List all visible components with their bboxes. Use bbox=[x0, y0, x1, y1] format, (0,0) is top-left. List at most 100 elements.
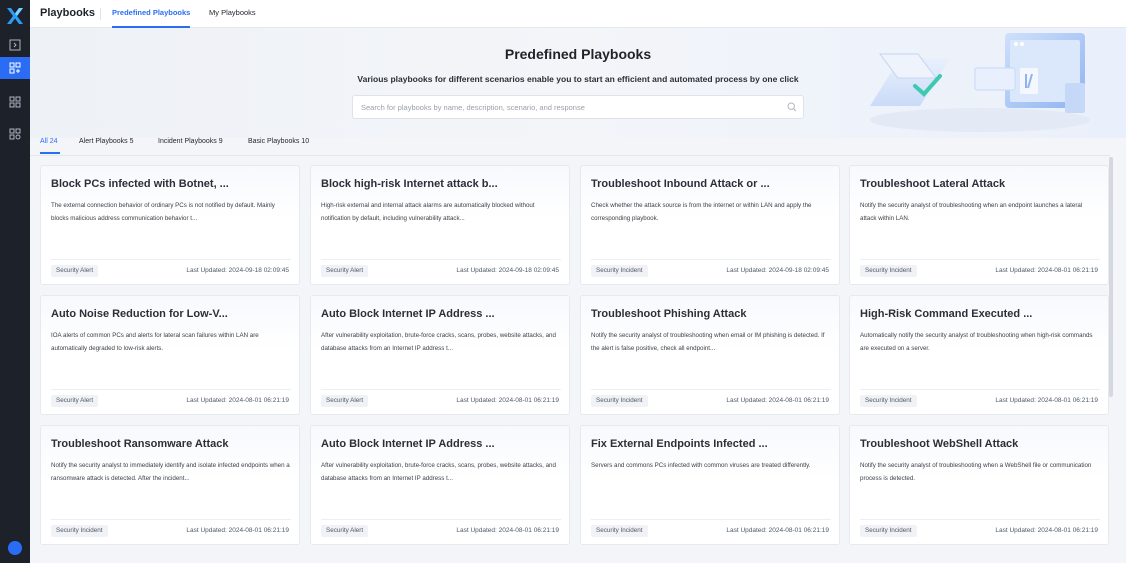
playbook-card[interactable]: Block high-risk Internet attack b... Hig… bbox=[310, 165, 570, 285]
playbook-card[interactable]: Auto Block Internet IP Address ... After… bbox=[310, 295, 570, 415]
playbook-card[interactable]: Troubleshoot WebShell Attack Notify the … bbox=[849, 425, 1109, 545]
scenario-tag: Security Incident bbox=[860, 525, 917, 537]
last-updated: Last Updated: 2024-08-01 06:21:19 bbox=[726, 397, 829, 404]
card-divider bbox=[51, 389, 291, 390]
playbook-card[interactable]: Troubleshoot Inbound Attack or ... Check… bbox=[580, 165, 840, 285]
scenario-tag: Security Alert bbox=[51, 265, 99, 277]
scenario-tag: Security Incident bbox=[591, 265, 648, 277]
last-updated: Last Updated: 2024-09-18 02:09:45 bbox=[186, 267, 289, 274]
card-divider bbox=[51, 519, 291, 520]
playbook-description: Automatically notify the security analys… bbox=[860, 332, 1093, 352]
card-divider bbox=[860, 389, 1100, 390]
last-updated: Last Updated: 2024-09-18 02:09:45 bbox=[726, 267, 829, 274]
rail-item-settings[interactable] bbox=[0, 123, 30, 145]
playbook-card[interactable]: Auto Block Internet IP Address ... After… bbox=[310, 425, 570, 545]
playbook-title: Fix External Endpoints Infected ... bbox=[591, 438, 768, 450]
playbook-card[interactable]: Troubleshoot Lateral Attack Notify the s… bbox=[849, 165, 1109, 285]
card-divider bbox=[321, 389, 561, 390]
apps-icon bbox=[9, 96, 21, 108]
playbook-title: Troubleshoot Lateral Attack bbox=[860, 178, 1006, 190]
playbook-description: Servers and commons PCs infected with co… bbox=[591, 462, 811, 469]
playbook-description: Check whether the attack source is from … bbox=[591, 202, 812, 222]
scenario-tag: Security Alert bbox=[321, 265, 369, 277]
last-updated: Last Updated: 2024-09-18 02:09:45 bbox=[456, 267, 559, 274]
playbook-description: Notify the security analyst of troublesh… bbox=[591, 332, 825, 352]
last-updated: Last Updated: 2024-08-01 06:21:19 bbox=[456, 397, 559, 404]
playbook-card[interactable]: Fix External Endpoints Infected ... Serv… bbox=[580, 425, 840, 545]
scenario-tag: Security Alert bbox=[321, 395, 369, 407]
playbook-card[interactable]: Troubleshoot Phishing Attack Notify the … bbox=[580, 295, 840, 415]
scenario-tag: Security Incident bbox=[591, 395, 648, 407]
playbook-title: Block PCs infected with Botnet, ... bbox=[51, 178, 229, 190]
expand-rail-button[interactable] bbox=[0, 34, 30, 56]
tab-predefined-playbooks[interactable]: Predefined Playbooks bbox=[112, 8, 190, 17]
last-updated: Last Updated: 2024-08-01 06:21:19 bbox=[995, 527, 1098, 534]
playbook-description: Notify the security analyst to immediate… bbox=[51, 462, 290, 482]
card-divider bbox=[321, 259, 561, 260]
playbook-card[interactable]: Block PCs infected with Botnet, ... The … bbox=[40, 165, 300, 285]
playbook-description: After vulnerability exploitation, brute-… bbox=[321, 332, 556, 352]
playbook-title: Troubleshoot Inbound Attack or ... bbox=[591, 178, 770, 190]
playbook-card[interactable]: High-Risk Command Executed ... Automatic… bbox=[849, 295, 1109, 415]
playbook-description: High-risk external and internal attack a… bbox=[321, 202, 535, 222]
playbook-title: Block high-risk Internet attack b... bbox=[321, 178, 498, 190]
settings-apps-icon bbox=[9, 128, 21, 140]
search-box bbox=[352, 95, 804, 119]
scenario-tag: Security Incident bbox=[51, 525, 108, 537]
playbook-title: Troubleshoot Ransomware Attack bbox=[51, 438, 229, 450]
playbook-title: Auto Block Internet IP Address ... bbox=[321, 438, 495, 450]
playbook-title: High-Risk Command Executed ... bbox=[860, 308, 1033, 320]
app-title: Playbooks bbox=[40, 7, 96, 19]
filter-divider bbox=[30, 155, 1110, 156]
playbook-description: Notify the security analyst of troublesh… bbox=[860, 202, 1083, 222]
search-input[interactable] bbox=[353, 96, 773, 118]
hero-banner: Predefined Playbooks Various playbooks f… bbox=[30, 28, 1126, 138]
search-icon[interactable] bbox=[787, 102, 797, 112]
playbook-card[interactable]: Troubleshoot Ransomware Attack Notify th… bbox=[40, 425, 300, 545]
scenario-tag: Security Incident bbox=[860, 395, 917, 407]
last-updated: Last Updated: 2024-08-01 06:21:19 bbox=[186, 527, 289, 534]
last-updated: Last Updated: 2024-08-01 06:21:19 bbox=[186, 397, 289, 404]
card-divider bbox=[860, 259, 1100, 260]
filter-basic-playbooks[interactable]: Basic Playbooks 10 bbox=[248, 138, 309, 145]
playbook-description: Notify the security analyst of troublesh… bbox=[860, 462, 1092, 482]
expand-icon bbox=[9, 39, 21, 51]
user-avatar-icon[interactable] bbox=[8, 541, 22, 555]
playbooks-icon bbox=[9, 62, 21, 74]
last-updated: Last Updated: 2024-08-01 06:21:19 bbox=[726, 527, 829, 534]
logo-icon[interactable] bbox=[5, 7, 25, 25]
last-updated: Last Updated: 2024-08-01 06:21:19 bbox=[456, 527, 559, 534]
playbook-description: After vulnerability exploitation, brute-… bbox=[321, 462, 556, 482]
playbook-title: Troubleshoot WebShell Attack bbox=[860, 438, 1019, 450]
hero-illustration bbox=[870, 33, 1090, 132]
playbook-title: Troubleshoot Phishing Attack bbox=[591, 308, 747, 320]
card-divider bbox=[591, 259, 831, 260]
filter-alert-playbooks[interactable]: Alert Playbooks 5 bbox=[79, 138, 133, 145]
rail-item-apps[interactable] bbox=[0, 91, 30, 113]
playbook-card[interactable]: Auto Noise Reduction for Low-V... IOA al… bbox=[40, 295, 300, 415]
playbook-description: The external connection behavior of ordi… bbox=[51, 202, 275, 222]
active-filter-indicator bbox=[40, 152, 60, 154]
card-divider bbox=[591, 389, 831, 390]
filter-incident-playbooks[interactable]: Incident Playbooks 9 bbox=[158, 138, 223, 145]
tab-my-playbooks[interactable]: My Playbooks bbox=[209, 8, 256, 17]
scenario-tag: Security Alert bbox=[321, 525, 369, 537]
card-divider bbox=[51, 259, 291, 260]
playbook-title: Auto Noise Reduction for Low-V... bbox=[51, 308, 228, 320]
scrollbar[interactable] bbox=[1109, 157, 1113, 397]
card-divider bbox=[591, 519, 831, 520]
last-updated: Last Updated: 2024-08-01 06:21:19 bbox=[995, 397, 1098, 404]
top-bar: Playbooks Predefined Playbooks My Playbo… bbox=[30, 0, 1126, 28]
filter-all[interactable]: All 24 bbox=[40, 138, 58, 145]
rail-item-playbooks[interactable] bbox=[0, 57, 30, 79]
playbook-title: Auto Block Internet IP Address ... bbox=[321, 308, 495, 320]
scenario-tag: Security Alert bbox=[51, 395, 99, 407]
left-rail bbox=[0, 0, 30, 563]
last-updated: Last Updated: 2024-08-01 06:21:19 bbox=[995, 267, 1098, 274]
card-divider bbox=[860, 519, 1100, 520]
playbook-description: IOA alerts of common PCs and alerts for … bbox=[51, 332, 259, 352]
card-divider bbox=[321, 519, 561, 520]
scenario-tag: Security Incident bbox=[860, 265, 917, 277]
scenario-tag: Security Incident bbox=[591, 525, 648, 537]
title-divider bbox=[100, 8, 101, 20]
